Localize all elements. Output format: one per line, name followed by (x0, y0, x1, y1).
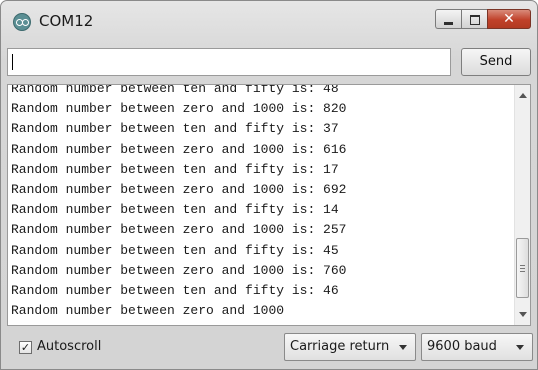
chevron-down-icon (399, 345, 407, 350)
minimize-button[interactable] (435, 9, 461, 29)
output-line: Random number between zero and 1000 (11, 303, 285, 319)
output-line: Random number between ten and fifty is: … (11, 121, 339, 137)
send-row: Send (7, 48, 531, 78)
baud-rate-select[interactable]: 9600 baud (421, 333, 533, 361)
line-ending-value: Carriage return (290, 339, 390, 354)
chevron-down-icon (516, 345, 524, 350)
send-button[interactable]: Send (461, 48, 531, 76)
output-lines: Random number between ten and fifty is: … (11, 84, 511, 321)
minimize-icon (444, 22, 453, 25)
output-line: Random number between zero and 1000 is: … (11, 181, 347, 197)
output-line: Random number between ten and fifty is: … (11, 161, 339, 177)
scrollbar-thumb[interactable] (516, 238, 529, 298)
arduino-icon (13, 13, 31, 31)
scroll-up-arrow-icon[interactable] (519, 93, 527, 98)
output-line: Random number between ten and fifty is: … (11, 242, 339, 258)
baud-rate-value: 9600 baud (427, 339, 497, 354)
close-icon: ✕ (503, 11, 515, 27)
grip-line (520, 265, 525, 266)
autoscroll-label[interactable]: Autoscroll (37, 339, 101, 354)
output-line: Random number between ten and fifty is: … (11, 282, 339, 298)
window-controls: ✕ (435, 9, 531, 31)
title-bar[interactable]: COM12 ✕ (1, 1, 537, 41)
maximize-icon (470, 15, 480, 25)
maximize-button[interactable] (461, 9, 487, 29)
autoscroll-checkbox[interactable]: ✓ (19, 341, 32, 354)
window-title: COM12 (39, 12, 94, 30)
grip-line (520, 268, 525, 269)
output-line: Random number between ten and fifty is: … (11, 202, 339, 218)
output-line: Random number between zero and 1000 is: … (11, 222, 347, 238)
serial-monitor-window: COM12 ✕ Send Random number between ten a… (0, 0, 538, 370)
scroll-down-arrow-icon[interactable] (519, 312, 527, 317)
vertical-scrollbar[interactable] (514, 85, 530, 325)
output-line: Random number between zero and 1000 is: … (11, 141, 347, 157)
output-line: Random number between zero and 1000 is: … (11, 262, 347, 278)
serial-input[interactable] (7, 48, 451, 76)
text-caret (12, 54, 13, 70)
output-line: Random number between zero and 1000 is: … (11, 101, 347, 117)
serial-output[interactable]: Random number between ten and fifty is: … (7, 84, 531, 326)
close-button[interactable]: ✕ (487, 9, 531, 29)
output-line: Random number between ten and fifty is: … (11, 84, 339, 96)
line-ending-select[interactable]: Carriage return (284, 333, 416, 361)
bottom-bar: ✓ Autoscroll Carriage return 9600 baud (1, 331, 537, 369)
grip-line (520, 271, 525, 272)
